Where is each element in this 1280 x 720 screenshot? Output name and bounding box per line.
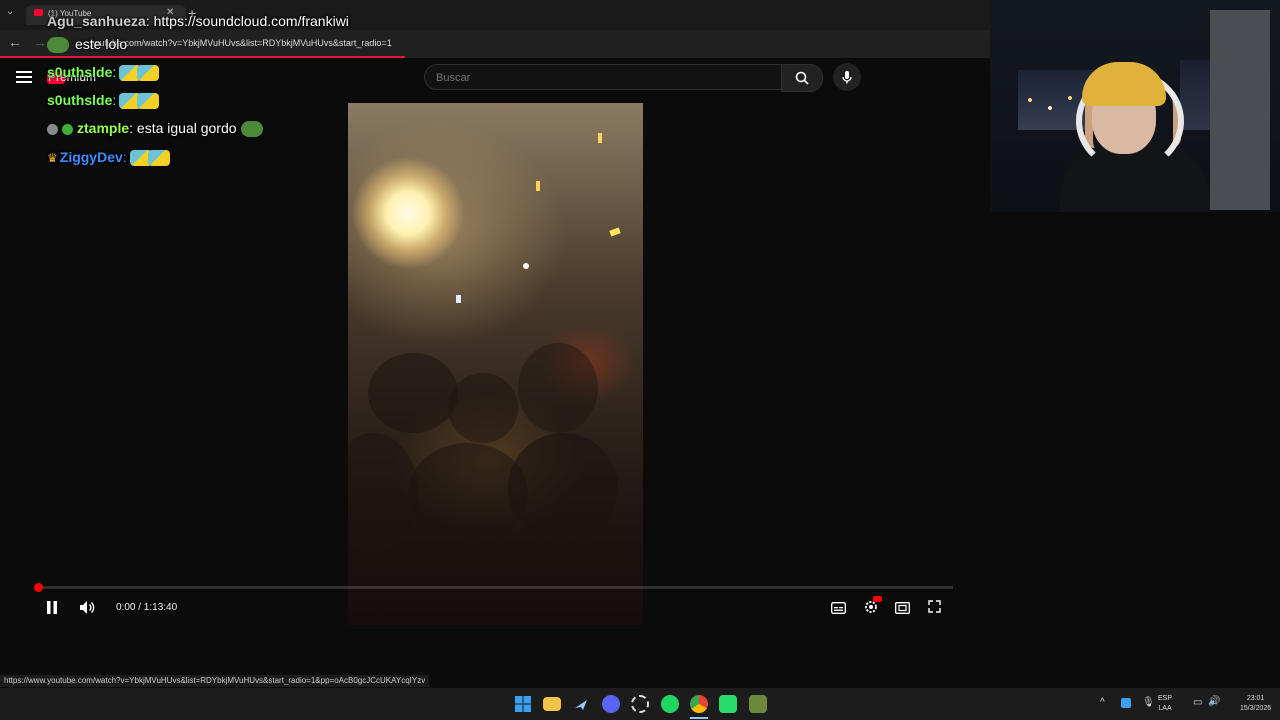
voice-search-button[interactable]	[833, 63, 861, 91]
search-icon	[795, 71, 809, 85]
miniplayer-button[interactable]	[895, 601, 910, 619]
volume-button[interactable]	[79, 600, 95, 620]
webcam-overlay	[990, 0, 1280, 212]
chat-text: este lolo	[75, 36, 128, 52]
progress-scrubber[interactable]	[34, 583, 43, 592]
system-clock[interactable]: 23:01 15/3/2026	[1240, 694, 1271, 714]
emote-icon	[240, 121, 263, 138]
language-code: ESP	[1158, 695, 1173, 702]
crown-badge-icon: ♛	[47, 151, 58, 165]
forward-arrow-icon[interactable]: →	[33, 34, 47, 50]
file-explorer-icon[interactable]	[543, 697, 561, 711]
chat-username: s0uthslde	[47, 92, 113, 108]
game-icon[interactable]	[749, 695, 767, 713]
chat-separator: :	[112, 64, 117, 80]
chat-username: s0uthslde	[47, 64, 113, 80]
active-app-indicator	[690, 717, 708, 719]
pause-button[interactable]	[46, 601, 58, 619]
speaker-icon[interactable]: 🔊	[1208, 696, 1220, 707]
spotify-icon[interactable]	[661, 695, 679, 713]
clock-time: 23:01	[1246, 695, 1265, 702]
chat-text: https://soundcloud.com/frankiwi	[153, 13, 349, 29]
time-display: 0:00 / 1:13:40	[116, 602, 178, 613]
youtube-favicon-icon	[34, 9, 43, 16]
chat-separator: :	[129, 120, 137, 136]
search-input[interactable]	[434, 69, 768, 87]
chat-message: ♛ ZiggyDev:	[47, 149, 170, 167]
video-frame[interactable]	[348, 103, 643, 625]
page-load-bar	[0, 56, 405, 58]
chat-message: s0uthslde:	[47, 92, 160, 110]
network-icon[interactable]: ▭	[1193, 697, 1202, 708]
badge-icon	[62, 123, 73, 135]
fullscreen-button[interactable]	[928, 600, 941, 618]
chat-message: s0uthslde:	[47, 64, 160, 82]
url-field[interactable]: youtube.com/watch?v=YbkjMVuHUvs&list=RDY…	[90, 38, 392, 48]
badge-icon	[47, 123, 58, 135]
tray-mic-icon[interactable]: 🎙	[1142, 697, 1155, 708]
settings-button[interactable]	[863, 596, 882, 620]
chat-separator: :	[145, 13, 154, 29]
tab-search-icon[interactable]: ⌄	[6, 6, 14, 17]
steam-icon[interactable]	[572, 695, 590, 713]
back-arrow-icon[interactable]: ←	[8, 34, 22, 50]
progress-bar[interactable]	[38, 586, 953, 589]
emote-icon	[137, 93, 160, 110]
microphone-icon	[842, 71, 852, 84]
emote-icon	[147, 150, 170, 167]
chat-message: Agu_sanhueza: https://soundcloud.com/fra…	[47, 13, 349, 29]
clock-date: 15/3/2026	[1240, 705, 1272, 712]
language-indicator[interactable]: ESP LAA	[1158, 694, 1172, 714]
obs-icon[interactable]	[631, 695, 649, 713]
chat-username: ztample	[77, 120, 130, 136]
volume-icon	[80, 601, 95, 614]
chat-separator: :	[122, 149, 127, 165]
subtitles-button[interactable]	[831, 601, 846, 619]
miniplayer-icon	[895, 602, 910, 614]
pause-icon	[47, 601, 57, 614]
search-button[interactable]	[781, 64, 823, 92]
chat-message: este lolo	[47, 36, 128, 54]
emote-icon	[47, 37, 69, 54]
emote-icon	[137, 65, 160, 82]
chat-message: ztample: esta igual gordo	[47, 120, 263, 138]
keyboard-layout: LAA	[1158, 705, 1172, 712]
chat-separator: :	[112, 92, 117, 108]
chat-username: ZiggyDev	[59, 149, 123, 165]
fullscreen-icon	[928, 600, 941, 613]
windows-start-icon[interactable]	[514, 695, 532, 713]
chrome-icon[interactable]	[690, 695, 708, 713]
hd-badge-icon	[873, 596, 882, 602]
tray-shield-icon[interactable]	[1121, 698, 1131, 708]
chat-text: esta igual gordo	[136, 120, 237, 136]
hamburger-menu-icon[interactable]	[16, 68, 32, 84]
subtitles-icon	[831, 602, 846, 614]
chat-username: Agu_sanhueza	[47, 13, 146, 29]
kick-icon[interactable]	[719, 695, 737, 713]
link-status-url: https://www.youtube.com/watch?v=YbkjMVuH…	[0, 675, 430, 687]
discord-icon[interactable]	[602, 695, 620, 713]
tray-chevron-icon[interactable]: ^	[1100, 697, 1105, 708]
